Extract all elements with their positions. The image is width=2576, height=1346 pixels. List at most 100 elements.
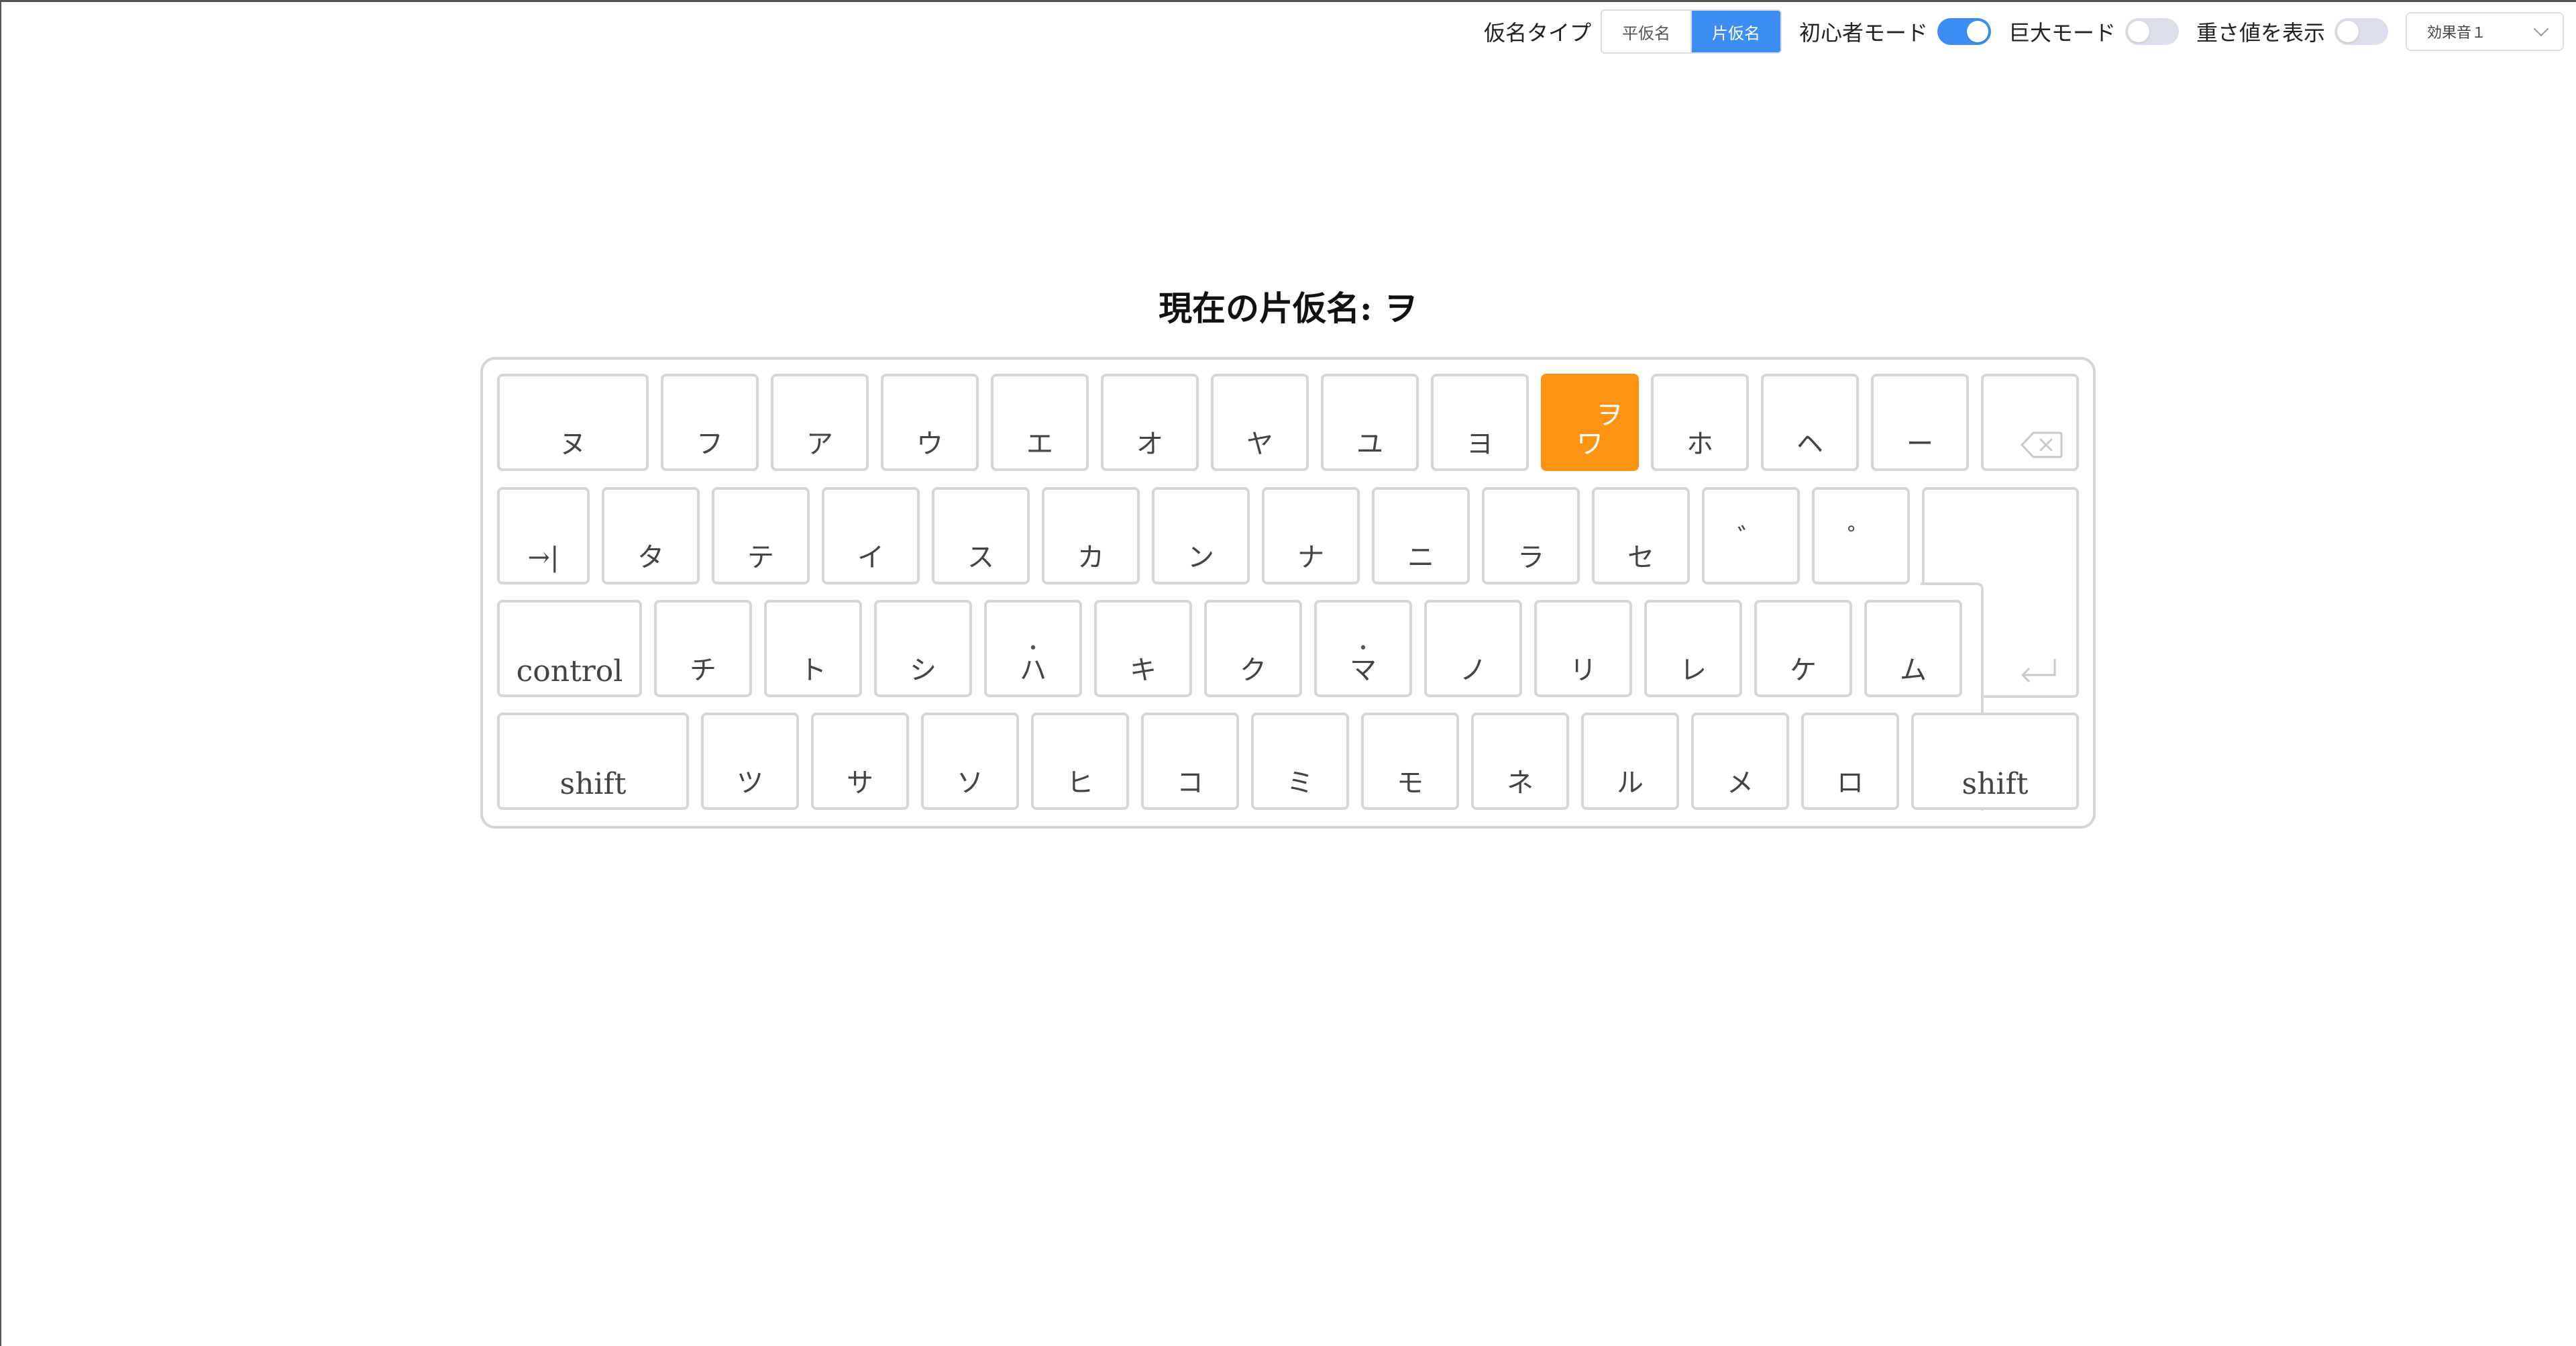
key-dakuten[interactable]: ゛ — [1702, 487, 1800, 584]
key-ri[interactable]: リ — [1534, 600, 1632, 697]
key-label: エ — [1026, 429, 1053, 460]
control-key[interactable]: control — [497, 600, 642, 697]
key-label: ゜ — [1847, 523, 1874, 554]
key-label: ソ — [957, 768, 983, 798]
key-ya[interactable]: ヤ — [1211, 374, 1309, 471]
beginner-mode-toggle[interactable] — [1937, 18, 1991, 45]
key-fu[interactable]: フ — [661, 374, 759, 471]
key-label: ル — [1617, 768, 1644, 798]
key-long-vowel[interactable]: ー — [1871, 374, 1969, 471]
key-tsu[interactable]: ツ — [701, 713, 799, 810]
key-label: control — [516, 654, 623, 688]
show-weight-label: 重さ値を表示 — [2196, 20, 2325, 46]
key-na[interactable]: ナ — [1262, 487, 1360, 584]
tab-key[interactable]: →| — [497, 487, 590, 584]
key-label: ラ — [1517, 542, 1544, 573]
key-ke[interactable]: ケ — [1754, 600, 1852, 697]
key-ru[interactable]: ル — [1581, 713, 1679, 810]
key-ma[interactable]: • マ — [1314, 600, 1412, 697]
key-label: メ — [1727, 768, 1754, 798]
key-wa-highlighted[interactable]: ヲワ — [1541, 374, 1639, 471]
key-n[interactable]: ン — [1152, 487, 1250, 584]
kana-type-label: 仮名タイプ — [1483, 20, 1591, 46]
key-su[interactable]: ス — [932, 487, 1030, 584]
key-label: →| — [527, 542, 559, 573]
key-hi[interactable]: ヒ — [1031, 713, 1129, 810]
backspace-key[interactable] — [1981, 374, 2079, 471]
left-shift-key[interactable]: shift — [497, 713, 689, 810]
key-label: マ — [1350, 655, 1377, 686]
key-he[interactable]: ヘ — [1761, 374, 1859, 471]
sound-effect-select[interactable]: 効果音１ — [2406, 12, 2564, 51]
key-label: チ — [690, 655, 716, 686]
key-ko[interactable]: コ — [1141, 713, 1239, 810]
key-label: ミ — [1287, 768, 1313, 798]
key-to[interactable]: ト — [764, 600, 862, 697]
key-no[interactable]: ノ — [1424, 600, 1522, 697]
key-me[interactable]: メ — [1691, 713, 1789, 810]
backspace-icon — [2021, 431, 2063, 458]
huge-mode-toggle-knob — [2127, 21, 2149, 42]
key-label: ホ — [1686, 429, 1713, 460]
key-mu[interactable]: ム — [1864, 600, 1962, 697]
beginner-mode-toggle-knob — [1966, 21, 1988, 42]
home-position-marker: • — [1358, 640, 1368, 657]
key-nu[interactable]: ヌ — [497, 374, 649, 471]
key-label: ユ — [1356, 429, 1383, 460]
key-ni[interactable]: ニ — [1372, 487, 1470, 584]
key-label: セ — [1627, 542, 1654, 573]
key-ta[interactable]: タ — [602, 487, 700, 584]
key-label: ヘ — [1796, 429, 1823, 460]
key-ho[interactable]: ホ — [1651, 374, 1749, 471]
key-label: イ — [857, 542, 884, 573]
key-yo[interactable]: ヨ — [1431, 374, 1529, 471]
sound-effect-value: 効果音１ — [2427, 25, 2487, 42]
key-label: ー — [1907, 429, 1933, 460]
key-te[interactable]: テ — [712, 487, 810, 584]
key-i[interactable]: イ — [822, 487, 920, 584]
key-handakuten[interactable]: ゜ — [1812, 487, 1910, 584]
key-e[interactable]: エ — [991, 374, 1089, 471]
key-label: shift — [1962, 767, 2029, 801]
key-yu[interactable]: ユ — [1321, 374, 1419, 471]
key-so[interactable]: ソ — [921, 713, 1019, 810]
key-label: ス — [967, 542, 994, 573]
key-ne[interactable]: ネ — [1471, 713, 1569, 810]
key-label: テ — [747, 542, 774, 573]
key-label: ト — [800, 655, 826, 686]
key-label: ロ — [1837, 768, 1864, 798]
key-ki[interactable]: キ — [1094, 600, 1192, 697]
right-shift-key[interactable]: shift — [1911, 713, 2079, 810]
chevron-down-icon — [2533, 21, 2549, 37]
current-kana-title: 現在の片仮名: ヲ — [1159, 289, 1417, 328]
key-label: ゛ — [1737, 523, 1764, 554]
key-label: ヤ — [1246, 429, 1273, 460]
key-label: フ — [696, 429, 723, 460]
key-ha[interactable]: • ハ — [984, 600, 1082, 697]
katakana-option-button[interactable]: 片仮名 — [1690, 11, 1780, 52]
key-ro[interactable]: ロ — [1801, 713, 1899, 810]
key-label: サ — [847, 768, 873, 798]
key-shi[interactable]: シ — [874, 600, 972, 697]
key-a[interactable]: ア — [771, 374, 869, 471]
show-weight-toggle[interactable] — [2334, 18, 2388, 45]
key-ra[interactable]: ラ — [1482, 487, 1580, 584]
key-u[interactable]: ウ — [881, 374, 979, 471]
key-label: シ — [910, 655, 936, 686]
key-label: リ — [1570, 655, 1597, 686]
key-mi[interactable]: ミ — [1251, 713, 1349, 810]
key-o[interactable]: オ — [1101, 374, 1199, 471]
key-label: ア — [806, 429, 833, 460]
key-sa[interactable]: サ — [811, 713, 909, 810]
key-chi[interactable]: チ — [654, 600, 752, 697]
key-ku[interactable]: ク — [1204, 600, 1302, 697]
key-se[interactable]: セ — [1592, 487, 1690, 584]
window-top-edge — [0, 0, 2576, 2]
key-label: オ — [1136, 429, 1163, 460]
hiragana-option-button[interactable]: 平仮名 — [1601, 11, 1690, 52]
key-mo[interactable]: モ — [1361, 713, 1459, 810]
huge-mode-toggle[interactable] — [2125, 18, 2179, 45]
key-re[interactable]: レ — [1644, 600, 1742, 697]
key-label: ナ — [1297, 542, 1324, 573]
key-ka[interactable]: カ — [1042, 487, 1140, 584]
